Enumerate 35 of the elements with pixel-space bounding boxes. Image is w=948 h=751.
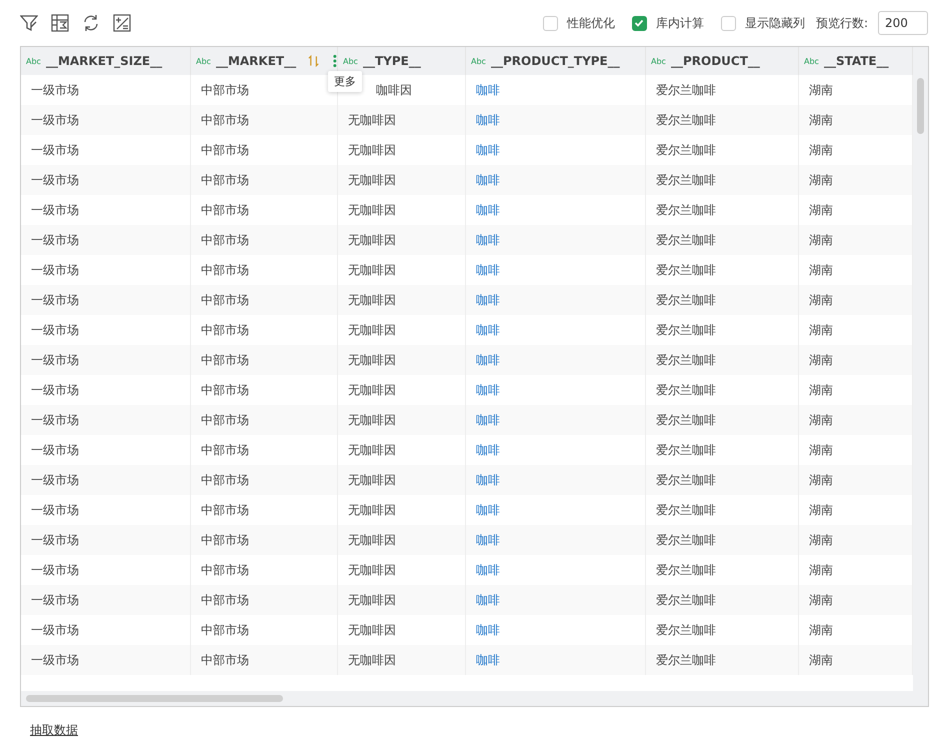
checkbox[interactable] [542,16,558,30]
option-checkbox[interactable]: 显示隐藏列 [720,14,805,32]
type-label: Abc [26,56,41,66]
type-label: Abc [651,56,666,66]
table-cell: 咖啡 [466,645,646,675]
table-cell: 中部市场 [191,645,338,675]
table-cell: 一级市场 [21,645,191,675]
more-icon[interactable] [333,54,337,68]
column-name: __MARKET__ [216,54,296,68]
scrollbar-thumb[interactable] [917,78,924,134]
preview-rows-label: 预览行数: [816,14,868,32]
option-checkbox[interactable]: 库内计算 [632,14,704,32]
option-checkbox[interactable]: 性能优化 [542,14,615,32]
type-label: Abc [471,56,486,66]
column-name: __MARKET_SIZE__ [46,54,162,68]
column-name: __PRODUCT_TYPE__ [490,54,620,68]
sort-icon[interactable] [308,54,320,68]
refresh-icon[interactable] [82,14,100,32]
type-label: Abc [343,56,358,66]
checkbox[interactable] [720,16,736,30]
extract-data-link[interactable]: 抽取数据 [30,722,78,739]
table-cell: 爱尔兰咖啡 [646,645,799,675]
scrollbar-thumb[interactable] [26,695,283,702]
column-name: __PRODUCT__ [670,54,760,68]
preview-rows-input[interactable]: 200 [878,11,928,35]
checkbox[interactable] [632,16,647,30]
column-name: __STATE__ [824,54,889,68]
formula-icon[interactable] [113,14,131,32]
table-sum-icon[interactable] [51,14,69,32]
type-label: Abc [804,56,819,66]
table-cell: 无咖啡因 [338,645,466,675]
check-icon [634,18,644,28]
column-name: __TYPE__ [362,54,421,68]
filter-icon[interactable] [20,14,38,32]
type-label: Abc [196,56,211,66]
